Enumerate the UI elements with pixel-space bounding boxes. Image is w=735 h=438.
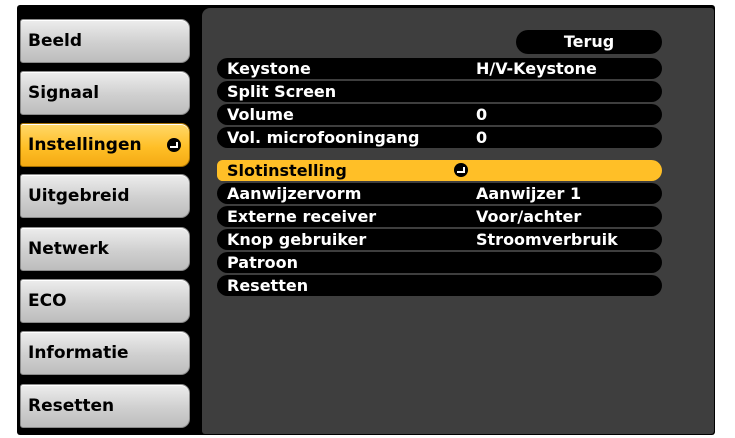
menu-row-label: Patroon: [227, 253, 299, 272]
menu-row-label: Vol. microfooningang: [227, 128, 420, 147]
sidebar-item-label: Uitgebreid: [28, 186, 130, 206]
sidebar-item-resetten[interactable]: Resetten: [20, 384, 190, 428]
enter-icon: [167, 138, 181, 152]
menu-row-vol-microfooningang[interactable]: Vol. microfooningang 0: [217, 127, 662, 148]
sidebar-item-label: Beeld: [28, 31, 83, 51]
sidebar-item-label: Instellingen: [28, 135, 142, 155]
menu-row-value: 0: [476, 128, 488, 147]
sidebar-item-label: ECO: [28, 291, 67, 311]
menu-row-label: Resetten: [227, 276, 309, 295]
menu-row-label: Split Screen: [227, 82, 337, 101]
menu-row-value: 0: [476, 105, 488, 124]
sidebar-item-uitgebreid[interactable]: Uitgebreid: [20, 174, 190, 218]
back-button[interactable]: Terug: [516, 30, 662, 54]
menu-row-label: Volume: [227, 105, 294, 124]
menu-row-value: Aanwijzer 1: [476, 184, 582, 203]
menu-row-label: Slotinstelling: [227, 161, 347, 180]
menu-row-value: Voor/achter: [476, 207, 582, 226]
sidebar-item-label: Informatie: [28, 343, 129, 363]
menu-row-label: Knop gebruiker: [227, 230, 367, 249]
menu-row-split-screen[interactable]: Split Screen: [217, 81, 662, 102]
sidebar-item-label: Signaal: [28, 83, 100, 103]
sidebar-item-netwerk[interactable]: Netwerk: [20, 227, 190, 271]
menu-row-knop-gebruiker[interactable]: Knop gebruiker Stroomverbruik: [217, 229, 662, 250]
menu-row-label: Aanwijzervorm: [227, 184, 362, 203]
sidebar-item-beeld[interactable]: Beeld: [20, 19, 190, 63]
menu-row-resetten[interactable]: Resetten: [217, 275, 662, 296]
menu-row-volume[interactable]: Volume 0: [217, 104, 662, 125]
menu-row-keystone[interactable]: Keystone H/V-Keystone: [217, 58, 662, 79]
sidebar-item-informatie[interactable]: Informatie: [20, 331, 190, 375]
menu-row-label: Externe receiver: [227, 207, 377, 226]
menu-row-slotinstelling[interactable]: Slotinstelling: [217, 160, 662, 181]
sidebar-item-label: Resetten: [28, 396, 115, 416]
menu-row-value: Stroomverbruik: [476, 230, 618, 249]
enter-icon: [454, 163, 468, 177]
menu-row-patroon[interactable]: Patroon: [217, 252, 662, 273]
menu-row-externe-receiver[interactable]: Externe receiver Voor/achter: [217, 206, 662, 227]
sidebar-item-eco[interactable]: ECO: [20, 279, 190, 323]
sidebar-item-signaal[interactable]: Signaal: [20, 71, 190, 115]
sidebar-item-instellingen[interactable]: Instellingen: [20, 123, 190, 167]
menu-row-label: Keystone: [227, 59, 311, 78]
sidebar-item-label: Netwerk: [28, 239, 109, 259]
menu-row-aanwijzervorm[interactable]: Aanwijzervorm Aanwijzer 1: [217, 183, 662, 204]
menu-row-value: H/V-Keystone: [476, 59, 597, 78]
